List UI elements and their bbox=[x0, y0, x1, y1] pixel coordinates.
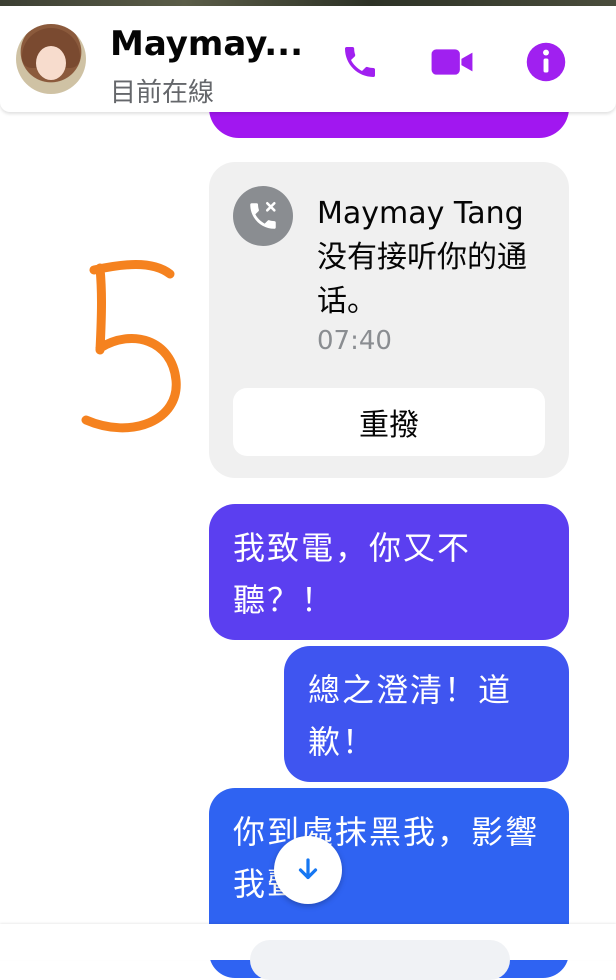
info-icon bbox=[526, 42, 566, 82]
scroll-to-bottom-button[interactable] bbox=[274, 836, 342, 904]
message-bubble[interactable]: 總之澄清！道歉！ bbox=[284, 646, 569, 782]
contact-name[interactable]: Maymay... bbox=[110, 24, 303, 64]
missed-call-icon bbox=[233, 186, 293, 246]
call-timestamp: 07:40 bbox=[317, 326, 392, 356]
phone-call-button[interactable] bbox=[338, 40, 382, 84]
missed-call-card: Maymay Tang 没有接听你的通话。 07:40 重撥 bbox=[209, 162, 569, 478]
composer-bar bbox=[0, 924, 616, 980]
avatar[interactable] bbox=[16, 24, 86, 94]
info-button[interactable] bbox=[524, 40, 568, 84]
conversation-view: Maymay Tang 没有接听你的通话。 07:40 重撥 我致電，你又不聽？… bbox=[0, 0, 616, 978]
video-icon bbox=[431, 49, 473, 75]
message-input[interactable] bbox=[250, 940, 510, 980]
chat-header: Maymay... 目前在線 bbox=[0, 6, 616, 112]
arrow-down-icon bbox=[298, 858, 318, 880]
handwritten-annotation bbox=[81, 260, 181, 433]
redial-button[interactable]: 重撥 bbox=[233, 388, 545, 456]
message-bubble[interactable]: 我致電，你又不聽？！ bbox=[209, 504, 569, 640]
video-call-button[interactable] bbox=[430, 40, 474, 84]
phone-icon bbox=[345, 47, 375, 77]
missed-call-message: Maymay Tang 没有接听你的通话。 bbox=[317, 196, 527, 319]
online-status: 目前在線 bbox=[110, 78, 215, 108]
